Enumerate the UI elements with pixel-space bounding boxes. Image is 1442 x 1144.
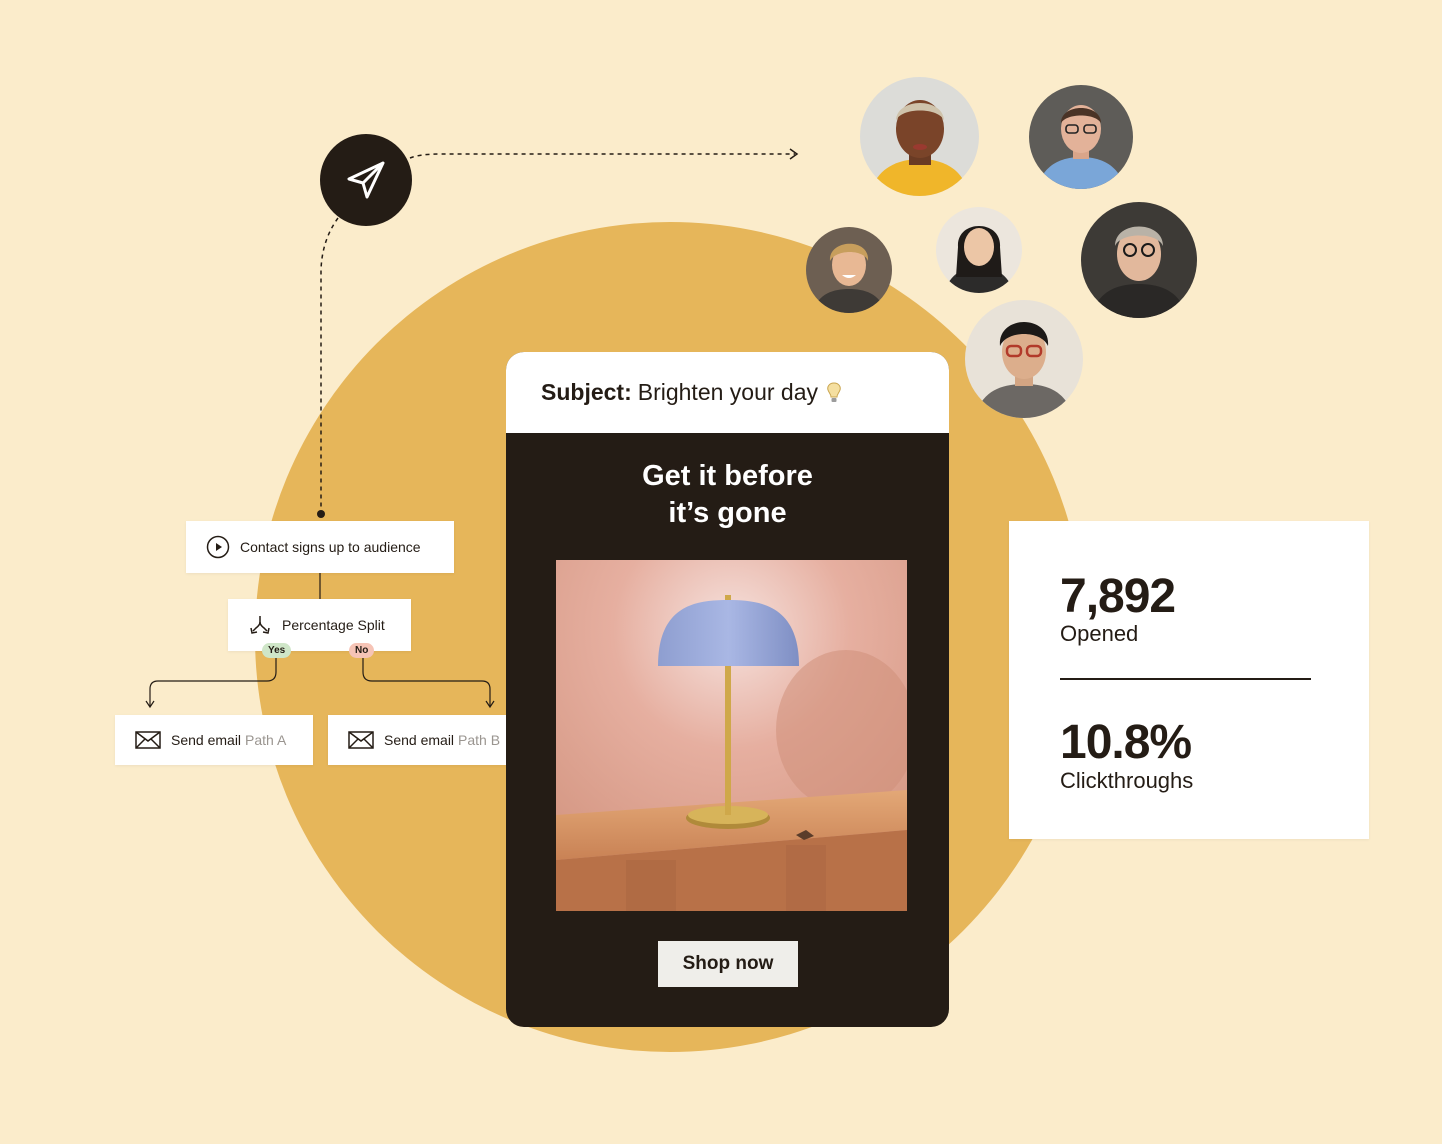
- avatar: [860, 77, 979, 196]
- split-label: Percentage Split: [282, 617, 385, 633]
- headline-line-1: Get it before: [642, 460, 813, 492]
- send-email-label: Send email: [171, 732, 242, 748]
- headline-line-2: it’s gone: [668, 497, 787, 529]
- clickthrough-rate: 10.8%: [1060, 716, 1192, 769]
- avatar: [1081, 202, 1197, 318]
- send-email-path-b-node[interactable]: Send email Path B: [328, 715, 526, 765]
- clickthrough-label: Clickthroughs: [1060, 768, 1194, 793]
- email-headline: Get it before it’s gone: [506, 458, 949, 532]
- yes-badge: Yes: [262, 643, 292, 658]
- lightbulb-icon: [826, 381, 842, 405]
- avatar: [806, 227, 892, 313]
- path-label: Path B: [458, 732, 501, 748]
- stats-divider: [1060, 678, 1311, 680]
- avatar: [936, 207, 1022, 293]
- send-email-path-a-node[interactable]: Send email Path A: [115, 715, 313, 765]
- paper-plane-icon: [347, 161, 385, 199]
- subject-prefix: Subject:: [541, 379, 632, 405]
- send-action-badge[interactable]: [320, 134, 412, 226]
- split-arrows-icon: [248, 613, 272, 637]
- path-label: Path A: [245, 732, 287, 748]
- email-preview-card: Subject: Brighten your day Get it before…: [506, 352, 949, 1027]
- trigger-node[interactable]: Contact signs up to audience: [186, 521, 454, 573]
- percentage-split-node[interactable]: Percentage Split: [228, 599, 411, 651]
- send-email-label: Send email: [384, 732, 455, 748]
- opened-count: 7,892: [1060, 570, 1176, 623]
- lamp-product-image: [556, 560, 907, 911]
- trigger-label: Contact signs up to audience: [240, 539, 421, 555]
- envelope-icon: [135, 730, 161, 750]
- subject-text: Brighten your day: [637, 379, 819, 405]
- opened-label: Opened: [1060, 621, 1139, 646]
- play-circle-icon: [206, 535, 230, 559]
- no-badge: No: [349, 643, 375, 658]
- envelope-icon: [348, 730, 374, 750]
- shop-now-button[interactable]: Shop now: [658, 941, 798, 987]
- stats-card: 7,892 Opened 10.8% Clickthroughs: [1009, 521, 1369, 839]
- avatar: [1029, 85, 1133, 189]
- subject-line: Subject: Brighten your day: [506, 352, 949, 433]
- avatar: [965, 300, 1083, 418]
